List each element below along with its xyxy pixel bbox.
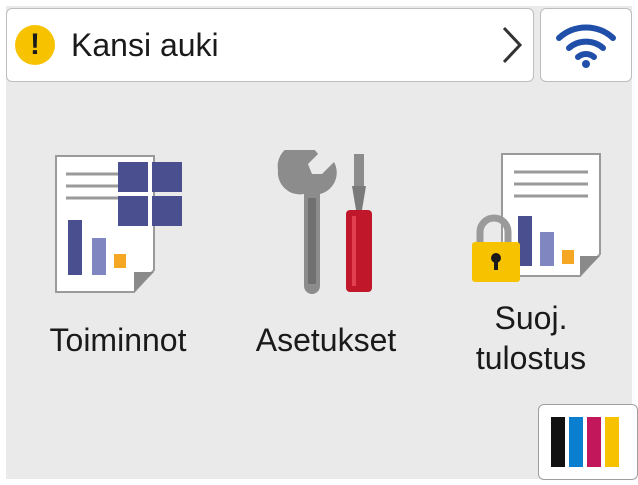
status-message: Kansi auki — [71, 26, 219, 63]
ink-magenta-bar — [587, 417, 601, 467]
tile-secure-print[interactable]: Suoj. tulostus — [446, 150, 616, 378]
ink-cyan-bar — [569, 417, 583, 467]
wifi-button[interactable] — [540, 8, 632, 82]
tile-settings[interactable]: Asetukset — [236, 150, 416, 360]
tile-secure-print-label-line1: Suoj. — [494, 300, 568, 336]
tile-functions-label: Toiminnot — [49, 322, 187, 358]
ink-black-bar — [551, 417, 565, 467]
ink-yellow-bar — [605, 417, 619, 467]
chevron-right-icon — [502, 26, 523, 64]
tile-functions[interactable]: Toiminnot — [28, 150, 208, 360]
tile-settings-label: Asetukset — [255, 322, 397, 358]
status-message-button[interactable]: ! Kansi auki — [6, 8, 534, 82]
wifi-icon — [556, 24, 616, 68]
ink-level-button[interactable] — [538, 404, 638, 480]
functions-icon — [55, 155, 182, 293]
settings-icon — [277, 150, 372, 294]
tile-secure-print-label-line2: tulostus — [475, 340, 587, 376]
warning-icon: ! — [15, 25, 55, 65]
secure-print-icon — [472, 153, 601, 282]
